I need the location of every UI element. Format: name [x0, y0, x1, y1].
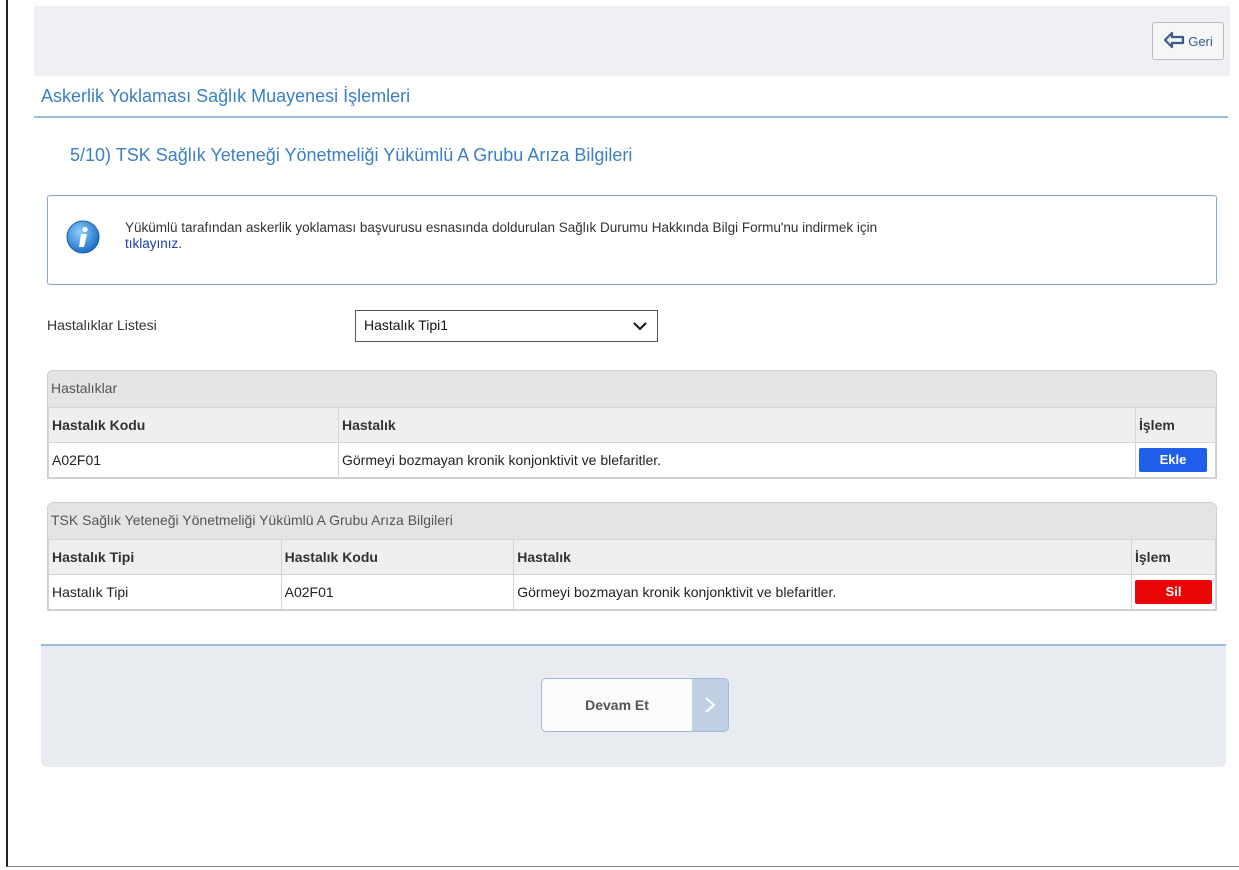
column-header: Hastalık: [338, 407, 1136, 443]
continue-button[interactable]: Devam Et: [541, 678, 729, 732]
action-cell: Ekle: [1135, 442, 1216, 478]
info-box: Yükümlü tarafından askerlik yoklaması ba…: [47, 195, 1217, 285]
info-message: Yükümlü tarafından askerlik yoklaması ba…: [125, 220, 878, 235]
disease-name-cell: Görmeyi bozmayan kronik konjonktivit ve …: [338, 442, 1136, 478]
column-header: Hastalık Kodu: [48, 407, 339, 443]
disease-code-cell: A02F01: [280, 574, 515, 610]
table-row: Hastalık Tipi A02F01 Görmeyi bozmayan kr…: [48, 574, 1216, 610]
info-text: Yükümlü tarafından askerlik yoklaması ba…: [125, 220, 1185, 252]
selected-diseases-panel: TSK Sağlık Yeteneği Yönetmeliği Yükümlü …: [47, 502, 1217, 611]
download-form-link[interactable]: tıklayınız: [125, 236, 178, 251]
column-header: Hastalık Kodu: [280, 539, 515, 575]
disease-type-select[interactable]: Hastalık Tipi1: [355, 310, 658, 342]
column-header: Hastalık: [513, 539, 1132, 575]
chevron-right-icon: [692, 679, 728, 731]
table-row: A02F01 Görmeyi bozmayan kronik konjonkti…: [48, 442, 1216, 478]
diseases-panel-title: Hastalıklar: [48, 371, 1216, 407]
title-divider: [34, 116, 1228, 118]
top-toolbar: Geri: [34, 6, 1230, 76]
delete-button[interactable]: Sil: [1135, 580, 1212, 604]
back-button-label: Geri: [1188, 33, 1213, 49]
disease-list-label: Hastalıklar Listesi: [47, 317, 157, 333]
diseases-panel: Hastalıklar Hastalık Kodu Hastalık İşlem…: [47, 370, 1217, 479]
info-icon: [66, 220, 100, 254]
back-arrow-icon: [1163, 31, 1185, 52]
action-cell: Sil: [1131, 574, 1216, 610]
selected-panel-title: TSK Sağlık Yeteneği Yönetmeliği Yükümlü …: [48, 503, 1216, 539]
diseases-table: Hastalık Kodu Hastalık İşlem A02F01 Görm…: [48, 407, 1216, 478]
page-frame: Geri Askerlik Yoklaması Sağlık Muayenesi…: [6, 0, 1239, 867]
footer-bar: Devam Et: [41, 644, 1226, 767]
table-header-row: Hastalık Tipi Hastalık Kodu Hastalık İşl…: [48, 539, 1216, 575]
column-header: İşlem: [1131, 539, 1216, 575]
disease-type-cell: Hastalık Tipi: [48, 574, 282, 610]
step-title: 5/10) TSK Sağlık Yeteneği Yönetmeliği Yü…: [70, 145, 633, 165]
column-header: Hastalık Tipi: [48, 539, 282, 575]
add-button[interactable]: Ekle: [1139, 448, 1207, 472]
page-title: Askerlik Yoklaması Sağlık Muayenesi İşle…: [41, 86, 411, 106]
disease-type-selected: Hastalık Tipi1: [364, 317, 449, 333]
column-header: İşlem: [1135, 407, 1216, 443]
disease-name-cell: Görmeyi bozmayan kronik konjonktivit ve …: [513, 574, 1132, 610]
continue-button-label: Devam Et: [585, 697, 649, 713]
disease-code-cell: A02F01: [48, 442, 339, 478]
back-button[interactable]: Geri: [1152, 22, 1224, 60]
table-header-row: Hastalık Kodu Hastalık İşlem: [48, 407, 1216, 443]
selected-diseases-table: Hastalık Tipi Hastalık Kodu Hastalık İşl…: [48, 539, 1216, 610]
info-suffix: .: [178, 236, 183, 251]
chevron-down-icon: [633, 322, 647, 331]
